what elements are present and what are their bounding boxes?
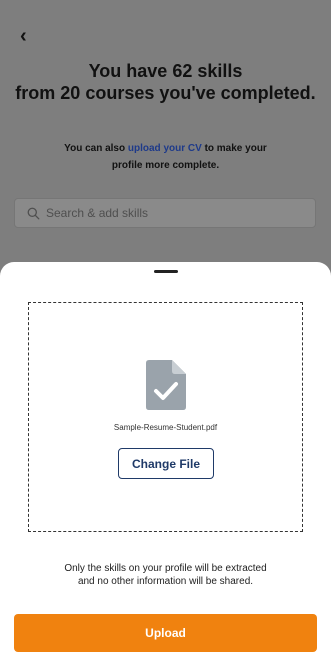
back-button[interactable]: ‹ <box>20 26 27 46</box>
upload-cv-screen: ‹ You have 62 skills from 20 courses you… <box>0 0 331 654</box>
hint-suffix: to make your <box>201 143 267 154</box>
search-skills-input[interactable]: Search & add skills <box>14 198 316 228</box>
hint-line-2: profile more complete. <box>111 160 220 171</box>
sheet-drag-handle[interactable] <box>154 270 178 273</box>
disclaimer-line-1: Only the skills on your profile will be … <box>64 563 267 574</box>
file-drop-zone[interactable]: Sample-Resume-Student.pdf Change File <box>28 302 303 532</box>
headline-line-1: You have 62 skills <box>88 61 243 81</box>
hint-prefix: You can also <box>64 143 128 154</box>
privacy-disclaimer: Only the skills on your profile will be … <box>30 562 301 588</box>
page-headline: You have 62 skills from 20 courses you'v… <box>0 60 331 104</box>
cv-upload-hint: You can also upload your CV to make your… <box>40 140 291 174</box>
upload-bottom-sheet: Sample-Resume-Student.pdf Change File On… <box>0 262 331 654</box>
upload-cv-link[interactable]: upload your CV <box>128 143 202 154</box>
change-file-button[interactable]: Change File <box>118 448 214 479</box>
headline-line-2: from 20 courses you've completed. <box>15 83 316 103</box>
search-placeholder: Search & add skills <box>46 206 149 220</box>
selected-file-name: Sample-Resume-Student.pdf <box>113 423 218 432</box>
chevron-left-icon: ‹ <box>20 25 27 47</box>
upload-button[interactable]: Upload <box>14 614 317 652</box>
search-icon <box>27 207 40 219</box>
disclaimer-line-2: and no other information will be shared. <box>77 576 254 587</box>
document-check-icon <box>146 360 186 410</box>
